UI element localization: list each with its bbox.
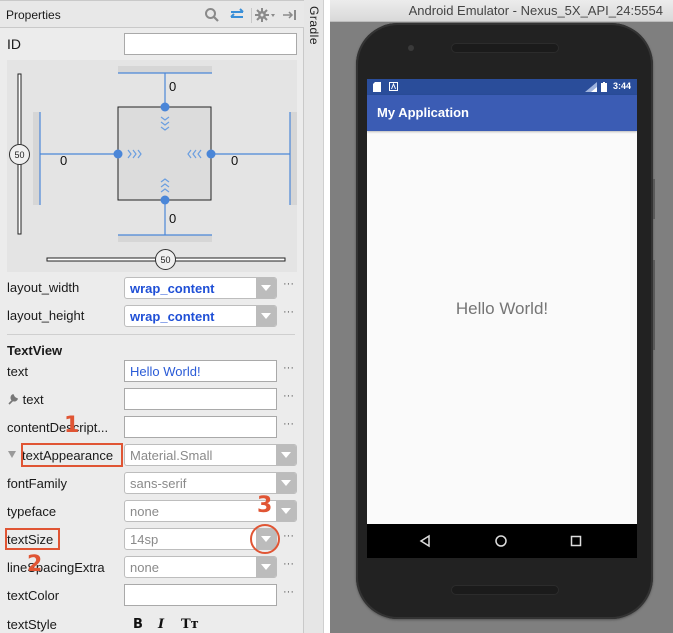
emulator-window: Android Emulator - Nexus_5X_API_24:5554 …	[330, 0, 673, 633]
line-spacing-extra-label: lineSpacingExtra	[7, 560, 105, 575]
home-icon[interactable]	[494, 534, 508, 548]
text-appearance-dropdown[interactable]: Material.Small	[124, 444, 297, 466]
text-size-value: 14sp	[130, 532, 159, 547]
status-bar: 3:44	[367, 79, 637, 95]
hello-world-text[interactable]: Hello World!	[367, 299, 637, 319]
font-family-label: fontFamily	[7, 476, 67, 491]
section-divider	[7, 334, 295, 335]
gradle-tab[interactable]: Gradle	[307, 6, 321, 45]
layout-width-label: layout_width	[7, 280, 80, 295]
annotation-number-1: 1	[64, 413, 80, 438]
emulator-titlebar: Android Emulator - Nexus_5X_API_24:5554	[330, 0, 673, 22]
horizontal-bias-slider[interactable]: 50	[155, 249, 176, 270]
chevron-down-icon[interactable]	[276, 501, 296, 521]
layout-height-more-button[interactable]: ···	[283, 306, 294, 318]
text-style-label: textStyle	[7, 617, 57, 632]
device-screen: 3:44 My Application Hello World!	[367, 79, 637, 558]
layout-height-dropdown[interactable]: wrap_content	[124, 305, 277, 327]
phone-frame: 3:44 My Application Hello World!	[356, 23, 653, 619]
chevron-down-icon[interactable]	[276, 473, 296, 493]
tools-text-input[interactable]	[124, 388, 277, 410]
line-spacing-extra-dropdown[interactable]: none	[124, 556, 277, 578]
header-separator	[251, 8, 252, 23]
tools-text-label-text: text	[22, 392, 44, 407]
layout-width-value: wrap_content	[130, 281, 215, 296]
constraint-widget: 0 0 0 0 50 50	[7, 60, 297, 272]
search-icon[interactable]	[203, 5, 221, 25]
content-description-label: contentDescript...	[7, 420, 109, 435]
gradle-tool-window-strip: Gradle	[304, 0, 324, 633]
id-label: ID	[7, 36, 21, 52]
section-title-textview: TextView	[7, 343, 63, 358]
power-button[interactable]	[653, 179, 655, 219]
left-margin-value[interactable]: 0	[60, 153, 67, 168]
front-camera	[408, 45, 414, 51]
font-family-dropdown[interactable]: sans-serif	[124, 472, 297, 494]
annotation-box-2	[5, 528, 60, 550]
all-caps-button[interactable]: Tт	[181, 617, 199, 632]
gear-icon[interactable]	[255, 5, 277, 25]
bold-button[interactable]: B	[133, 617, 143, 632]
annotation-box-1	[21, 443, 123, 467]
chevron-down-icon[interactable]	[256, 278, 276, 298]
chevron-down-icon[interactable]	[256, 306, 276, 326]
id-input[interactable]	[124, 33, 297, 55]
italic-button[interactable]: I	[158, 617, 164, 632]
text-color-more-button[interactable]: ···	[283, 586, 294, 598]
app-title: My Application	[377, 105, 469, 120]
line-spacing-extra-value: none	[130, 560, 159, 575]
panel-title: Properties	[6, 8, 61, 22]
content-description-more-button[interactable]: ···	[283, 418, 294, 430]
annotation-number-3: 3	[257, 493, 273, 518]
typeface-value: none	[130, 504, 159, 519]
top-margin-value[interactable]: 0	[169, 79, 176, 94]
volume-button[interactable]	[653, 260, 655, 350]
text-appearance-value: Material.Small	[130, 448, 213, 463]
vertical-bias-slider[interactable]: 50	[9, 144, 30, 165]
text-input[interactable]: Hello World!	[124, 360, 277, 382]
navigation-bar	[367, 524, 637, 558]
chevron-down-icon[interactable]	[256, 557, 276, 577]
annotation-circle-3	[250, 524, 280, 554]
emulator-title: Android Emulator - Nexus_5X_API_24:5554	[408, 3, 663, 18]
chevron-down-icon[interactable]	[276, 445, 296, 465]
line-spacing-extra-more-button[interactable]: ···	[283, 558, 294, 570]
wrench-icon	[8, 393, 19, 405]
cell-signal-icon	[585, 82, 597, 92]
text-more-button[interactable]: ···	[283, 362, 294, 374]
bottom-speaker	[451, 585, 559, 595]
tools-text-more-button[interactable]: ···	[283, 390, 294, 402]
text-color-input[interactable]	[124, 584, 277, 606]
layout-width-more-button[interactable]: ···	[283, 278, 294, 290]
battery-icon	[601, 82, 607, 92]
hide-panel-icon[interactable]	[282, 5, 298, 25]
text-color-label: textColor	[7, 588, 60, 603]
screen-root: Properties ID 0 0 0 0 50 50 layout_width…	[0, 0, 673, 633]
layout-height-value: wrap_content	[130, 309, 215, 324]
typeface-label: typeface	[7, 504, 57, 519]
app-bar: My Application	[367, 95, 637, 131]
recents-icon[interactable]	[569, 534, 583, 548]
notification-icon	[389, 82, 398, 91]
annotation-number-2: 2	[27, 552, 43, 577]
content-description-input[interactable]	[124, 416, 277, 438]
text-label: text	[7, 364, 28, 379]
tools-text-label: text	[7, 392, 44, 407]
text-size-more-button[interactable]: ···	[283, 530, 294, 542]
sd-card-icon	[373, 82, 381, 92]
layout-height-label: layout_height	[7, 308, 85, 323]
font-family-value: sans-serif	[130, 476, 187, 491]
status-time: 3:44	[612, 81, 631, 91]
top-speaker	[451, 43, 559, 53]
bottom-margin-value[interactable]: 0	[169, 211, 176, 226]
properties-panel: Properties ID 0 0 0 0 50 50 layout_width…	[0, 0, 304, 633]
right-margin-value[interactable]: 0	[231, 153, 238, 168]
properties-header: Properties	[0, 0, 304, 28]
back-icon[interactable]	[418, 534, 432, 548]
expand-triangle-icon[interactable]	[8, 451, 16, 458]
swap-view-icon[interactable]	[227, 5, 247, 25]
layout-width-dropdown[interactable]: wrap_content	[124, 277, 277, 299]
